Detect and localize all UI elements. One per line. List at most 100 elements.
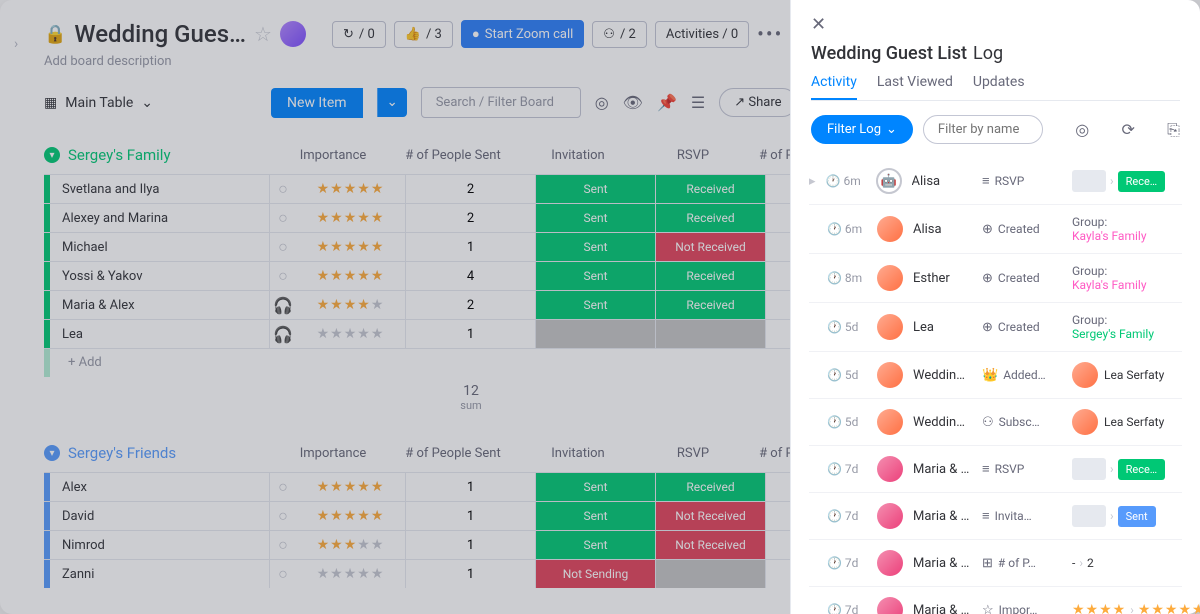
new-item-dropdown[interactable]: ⌄ <box>377 88 407 117</box>
log-time: 🕐 8m <box>827 271 867 285</box>
chat-icon[interactable]: ○ <box>270 233 296 261</box>
log-name: Lea <box>913 320 972 335</box>
log-name: Esther <box>913 271 972 286</box>
row-name: Nimrod <box>50 531 270 559</box>
log-value: ›Sent <box>1072 505 1182 527</box>
rating-stars: ★★★★★ <box>317 566 385 582</box>
chat-icon[interactable]: ○ <box>270 175 296 203</box>
log-action: ⊕Created <box>982 222 1062 237</box>
more-icon[interactable]: ••• <box>757 22 783 46</box>
person-icon[interactable]: ◎ <box>595 93 609 112</box>
log-time: 🕐 5d <box>827 415 867 429</box>
row-name: David <box>50 502 270 530</box>
conversations-pill[interactable]: ↻ / 0 <box>332 21 386 48</box>
log-time: 🕐 5d <box>827 368 867 382</box>
tab-last-viewed[interactable]: Last Viewed <box>877 74 953 100</box>
chat-icon[interactable]: 🎧 <box>270 291 296 319</box>
row-name: Yossi & Yakov <box>50 262 270 290</box>
view-selector[interactable]: ▦ Main Table ⌄ <box>44 95 153 111</box>
tab-updates[interactable]: Updates <box>973 74 1025 100</box>
likes-pill[interactable]: 👍 / 3 <box>394 21 453 48</box>
panel-title: Wedding Guest ListLog <box>811 35 1180 74</box>
log-value: Group:Kayla's Family <box>1072 215 1182 243</box>
rating-stars: ★★★★★ <box>317 479 385 495</box>
person-filter-icon[interactable]: ◎ <box>1075 120 1089 139</box>
panel-tabs: Activity Last Viewed Updates <box>811 74 1180 101</box>
log-row[interactable]: 🕐 8m Esther ⊕Created Group:Kayla's Famil… <box>809 254 1182 303</box>
filter-icon[interactable]: ☰ <box>691 93 705 112</box>
rating-stars: ★★★★★ <box>317 537 385 553</box>
zoom-button[interactable]: ● Start Zoom call <box>461 20 584 48</box>
chat-icon[interactable]: 🎧 <box>270 320 296 348</box>
log-row[interactable]: ▸ 🕐 6m 🤖 Alisa ≡RSVP ›Rece… <box>809 158 1182 205</box>
row-name: Maria & Alex <box>50 291 270 319</box>
log-action: ⊕Created <box>982 271 1062 286</box>
filter-name-input[interactable] <box>923 115 1043 144</box>
rating-stars: ★★★★★ <box>317 268 385 284</box>
export-icon[interactable]: ⎘ <box>1167 120 1180 140</box>
owner-avatar[interactable] <box>280 21 306 47</box>
board-title[interactable]: Wedding Gues… <box>74 20 246 48</box>
log-avatar <box>877 265 903 291</box>
log-value: ★★★★›★★★★★ <box>1072 602 1182 614</box>
refresh-icon[interactable]: ⟳ <box>1121 120 1134 139</box>
log-avatar <box>877 362 903 388</box>
log-avatar <box>877 503 903 529</box>
chat-icon[interactable]: ○ <box>270 473 296 501</box>
log-action: ⚇Subsc… <box>982 415 1062 430</box>
collapse-handle[interactable]: › <box>14 36 18 52</box>
log-value: ›Rece… <box>1072 170 1182 192</box>
log-name: Maria & Alex <box>913 462 972 477</box>
eye-icon[interactable]: 👁 <box>623 93 643 112</box>
chat-icon[interactable]: ○ <box>270 204 296 232</box>
row-name: Alex <box>50 473 270 501</box>
log-action: 👑Added… <box>982 368 1062 383</box>
log-time: 🕐 7d <box>827 556 867 570</box>
caret-down-icon[interactable]: ▾ <box>44 445 60 461</box>
rating-stars: ★★★★★ <box>317 239 385 255</box>
log-value: Lea Serfaty <box>1072 362 1182 388</box>
row-name: Zanni <box>50 560 270 588</box>
log-row[interactable]: 🕐 5d Wedding Guest List ⚇Subsc… Lea Serf… <box>809 399 1182 446</box>
log-time: 🕐 7d <box>827 509 867 523</box>
log-action: ≡RSVP <box>982 173 1062 189</box>
tab-activity[interactable]: Activity <box>811 74 857 100</box>
close-icon[interactable]: ✕ <box>811 14 826 35</box>
caret-down-icon[interactable]: ▾ <box>44 147 60 163</box>
members-pill[interactable]: ⚇ / 2 <box>592 21 647 48</box>
log-avatar <box>877 409 903 435</box>
log-row[interactable]: 🕐 6m Alisa ⊕Created Group:Kayla's Family <box>809 205 1182 254</box>
log-name: Wedding Guest List <box>913 368 972 383</box>
log-action: ⊞# of P… <box>982 556 1062 571</box>
log-row[interactable]: 🕐 7d Maria & Alex ≡RSVP ›Rece… <box>809 446 1182 493</box>
filter-log-button[interactable]: Filter Log ⌄ <box>811 115 913 144</box>
log-row[interactable]: 🕐 7d Maria & Alex ≡Invita… ›Sent <box>809 493 1182 540</box>
row-name: Svetlana and Ilya <box>50 175 270 203</box>
log-name: Maria & Alex <box>913 509 972 524</box>
star-icon[interactable]: ☆ <box>254 22 272 46</box>
rating-stars: ★★★★★ <box>317 181 385 197</box>
search-input[interactable]: Search / Filter Board <box>421 87 581 118</box>
chat-icon[interactable]: ○ <box>270 502 296 530</box>
chat-icon[interactable]: ○ <box>270 531 296 559</box>
log-avatar <box>877 597 903 614</box>
share-button[interactable]: ↗ Share <box>719 88 796 117</box>
rating-stars: ★★★★★ <box>317 210 385 226</box>
row-name: Lea <box>50 320 270 348</box>
log-row[interactable]: 🕐 7d Maria & Alex ⊞# of P… - › 2 <box>809 540 1182 587</box>
log-row[interactable]: 🕐 5d Wedding Guest List 👑Added… Lea Serf… <box>809 352 1182 399</box>
log-value: Lea Serfaty <box>1072 409 1182 435</box>
log-name: Maria & Alex <box>913 556 972 571</box>
chat-icon[interactable]: ○ <box>270 262 296 290</box>
pin-icon[interactable]: 📌 <box>657 93 677 112</box>
new-item-button[interactable]: New Item <box>271 88 363 118</box>
activities-pill[interactable]: Activities / 0 <box>655 21 749 48</box>
log-row[interactable]: 🕐 7d Maria & Alex ☆Impor… ★★★★›★★★★★ <box>809 587 1182 614</box>
log-avatar <box>877 216 903 242</box>
group-name: ▾Sergey's Friends <box>44 444 278 462</box>
log-row[interactable]: 🕐 5d Lea ⊕Created Group:Sergey's Family <box>809 303 1182 352</box>
log-time: 🕐 7d <box>827 603 867 614</box>
chat-icon[interactable]: ○ <box>270 560 296 588</box>
rating-stars: ★★★★★ <box>317 326 385 342</box>
log-value: - › 2 <box>1072 556 1182 570</box>
